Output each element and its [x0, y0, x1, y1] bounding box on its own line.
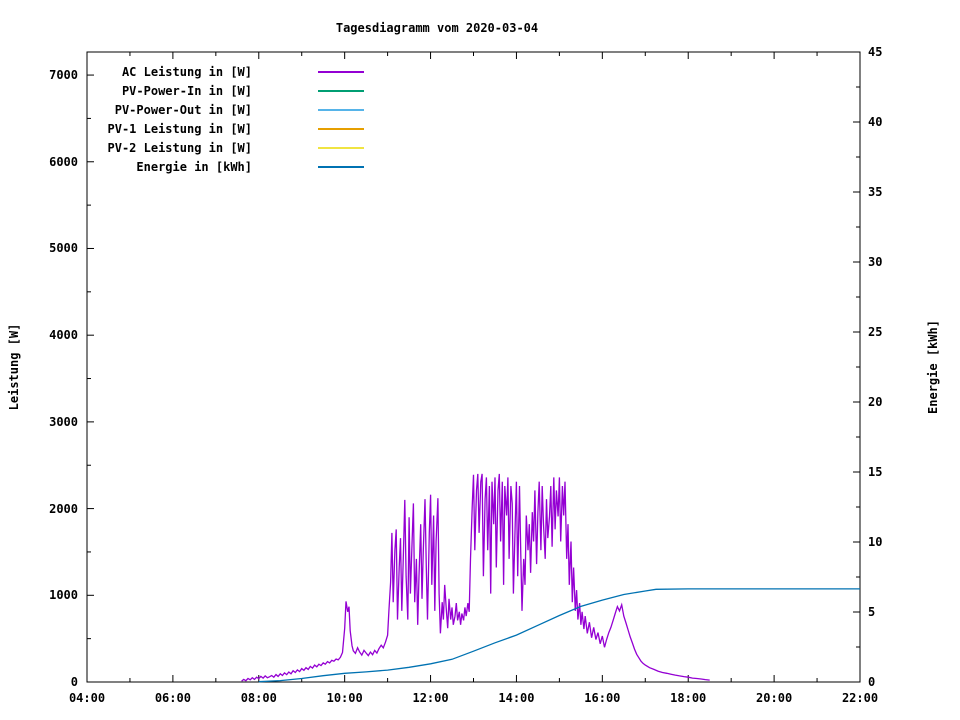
x-tick-label: 12:00 — [401, 692, 461, 704]
legend-line-sample — [318, 71, 364, 73]
y-right-tick-label: 35 — [868, 186, 928, 198]
legend-item: PV-1 Leistung in [W] — [90, 119, 364, 138]
legend-label: PV-Power-Out in [W] — [90, 103, 252, 117]
legend-line-sample — [318, 147, 364, 149]
legend-label: AC Leistung in [W] — [90, 65, 252, 79]
legend-label: PV-1 Leistung in [W] — [90, 122, 252, 136]
y-left-tick-label: 7000 — [0, 69, 78, 81]
y-left-tick-label: 1000 — [0, 589, 78, 601]
x-tick-label: 14:00 — [486, 692, 546, 704]
y-right-tick-label: 10 — [868, 536, 928, 548]
x-tick-label: 08:00 — [229, 692, 289, 704]
legend: AC Leistung in [W] PV-Power-In in [W] PV-P… — [90, 62, 364, 176]
legend-label: PV-Power-In in [W] — [90, 84, 252, 98]
legend-item: PV-Power-Out in [W] — [90, 100, 364, 119]
y-left-tick-label: 6000 — [0, 156, 78, 168]
legend-line-sample — [318, 128, 364, 130]
y-right-tick-label: 40 — [868, 116, 928, 128]
legend-item: AC Leistung in [W] — [90, 62, 364, 81]
legend-line-sample — [318, 90, 364, 92]
y-right-tick-label: 0 — [868, 676, 928, 688]
x-tick-label: 06:00 — [143, 692, 203, 704]
y-right-tick-label: 5 — [868, 606, 928, 618]
series-line — [259, 589, 860, 682]
y-left-tick-label: 0 — [0, 676, 78, 688]
legend-label: PV-2 Leistung in [W] — [90, 141, 252, 155]
legend-label: Energie in [kWh] — [90, 160, 252, 174]
y-right-tick-label: 20 — [868, 396, 928, 408]
y-left-tick-label: 5000 — [0, 242, 78, 254]
y-right-tick-label: 25 — [868, 326, 928, 338]
x-tick-label: 22:00 — [830, 692, 890, 704]
y-right-tick-label: 30 — [868, 256, 928, 268]
x-tick-label: 18:00 — [658, 692, 718, 704]
x-tick-label: 20:00 — [744, 692, 804, 704]
y-right-tick-label: 45 — [868, 46, 928, 58]
legend-item: Energie in [kWh] — [90, 157, 364, 176]
legend-line-sample — [318, 166, 364, 168]
x-tick-label: 04:00 — [57, 692, 117, 704]
daily-pv-chart: Tagesdiagramm vom 2020-03-04 Leistung [W… — [0, 0, 960, 720]
legend-item: PV-2 Leistung in [W] — [90, 138, 364, 157]
y-left-tick-label: 4000 — [0, 329, 78, 341]
legend-item: PV-Power-In in [W] — [90, 81, 364, 100]
y-right-tick-label: 15 — [868, 466, 928, 478]
x-tick-label: 10:00 — [315, 692, 375, 704]
legend-line-sample — [318, 109, 364, 111]
y-left-tick-label: 2000 — [0, 503, 78, 515]
y-left-tick-label: 3000 — [0, 416, 78, 428]
x-tick-label: 16:00 — [572, 692, 632, 704]
